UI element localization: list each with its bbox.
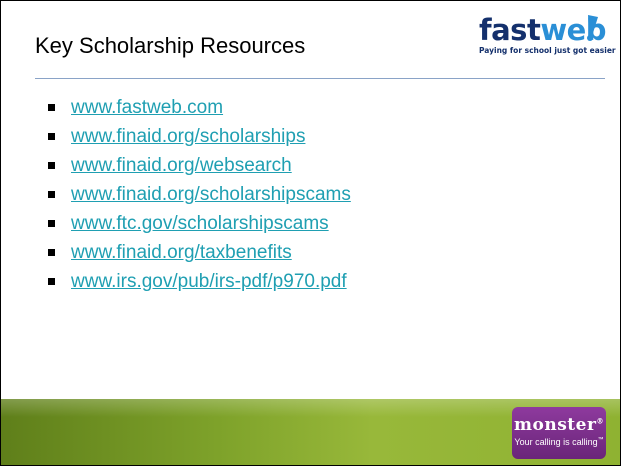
- bullet-icon: [48, 249, 55, 256]
- bullet-icon: [48, 162, 55, 169]
- slide: Key Scholarship Resources fastweb Paying…: [0, 0, 621, 466]
- list-item: www.finaid.org/scholarshipscams: [48, 180, 351, 209]
- monster-logo: monster® Your calling is calling™: [512, 407, 606, 459]
- link-finaid-scholarships[interactable]: www.finaid.org/scholarships: [71, 126, 305, 147]
- bullet-icon: [48, 133, 55, 140]
- link-finaid-websearch[interactable]: www.finaid.org/websearch: [71, 155, 292, 176]
- title-divider: [35, 78, 605, 79]
- link-finaid-scholarshipscams[interactable]: www.finaid.org/scholarshipscams: [71, 184, 351, 205]
- link-ftc-scholarshipscams[interactable]: www.ftc.gov/scholarshipscams: [71, 213, 329, 234]
- link-fastweb[interactable]: www.fastweb.com: [71, 97, 223, 118]
- exclamation-icon: [587, 15, 598, 41]
- link-irs-p970[interactable]: www.irs.gov/pub/irs-pdf/p970.pdf: [71, 271, 347, 292]
- slide-title: Key Scholarship Resources: [35, 33, 306, 58]
- resource-link-list: www.fastweb.com www.finaid.org/scholarsh…: [48, 93, 351, 296]
- list-item: www.irs.gov/pub/irs-pdf/p970.pdf: [48, 267, 351, 296]
- bullet-icon: [48, 104, 55, 111]
- monster-wordmark: monster®: [514, 415, 604, 435]
- list-item: www.ftc.gov/scholarshipscams: [48, 209, 351, 238]
- fastweb-tagline: Paying for school just got easier: [479, 46, 616, 55]
- monster-tagline: Your calling is calling™: [514, 437, 604, 447]
- list-item: www.finaid.org/scholarships: [48, 122, 351, 151]
- list-item: www.finaid.org/websearch: [48, 151, 351, 180]
- fastweb-logo: fastweb Paying for school just got easie…: [479, 13, 616, 69]
- bullet-icon: [48, 278, 55, 285]
- fastweb-wordmark-dark: fast: [479, 13, 541, 47]
- bullet-icon: [48, 191, 55, 198]
- list-item: www.fastweb.com: [48, 93, 351, 122]
- link-finaid-taxbenefits[interactable]: www.finaid.org/taxbenefits: [71, 242, 292, 263]
- list-item: www.finaid.org/taxbenefits: [48, 238, 351, 267]
- bullet-icon: [48, 220, 55, 227]
